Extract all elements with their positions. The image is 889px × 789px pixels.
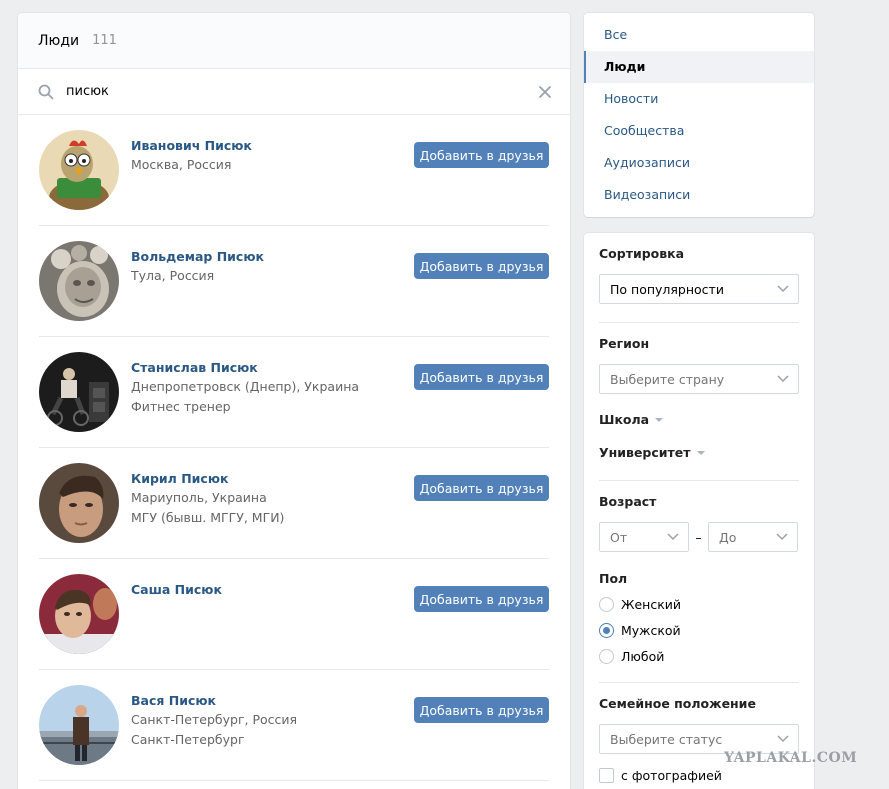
results-header: Люди 111 [18, 13, 570, 69]
gender-male-label: Мужской [621, 622, 681, 638]
with-photo-checkbox[interactable]: с фотографией [599, 768, 799, 783]
person-occupation: Фитнес тренер [131, 399, 231, 414]
region-label: Регион [599, 336, 650, 351]
person-location: Тула, Россия [131, 268, 215, 283]
menu-item-video[interactable]: Видеозаписи [584, 179, 814, 211]
person-info: Станислав Писюк Днепропетровск (Днепр), … [131, 360, 411, 417]
person-name[interactable]: Саша Писюк [131, 582, 411, 598]
add-friend-button[interactable]: Добавить в друзья [414, 142, 549, 168]
university-expander[interactable]: Университет [599, 445, 799, 460]
filters-panel: Сортировка По популярности Регион Выбери… [584, 233, 814, 789]
add-friend-button[interactable]: Добавить в друзья [414, 364, 549, 390]
avatar[interactable] [39, 241, 119, 321]
age-dash: – [695, 529, 702, 545]
results-count: 111 [92, 33, 117, 48]
chevron-down-icon [777, 375, 789, 383]
age-from-select[interactable]: От [599, 522, 689, 552]
country-placeholder: Выберите страну [610, 371, 725, 387]
search-icon [38, 84, 54, 100]
checkbox-box [599, 768, 614, 783]
sort-label: Сортировка [599, 246, 685, 261]
gender-any-radio[interactable]: Любой [599, 643, 799, 669]
search-bar [18, 69, 570, 115]
search-input[interactable] [66, 84, 506, 99]
person-name[interactable]: Иванович Писюк [131, 138, 411, 154]
avatar[interactable] [39, 574, 119, 654]
person-info: Кирил Писюк Мариуполь, Украина МГУ (бывш… [131, 471, 411, 528]
gender-female-label: Женский [621, 596, 681, 612]
menu-item-communities[interactable]: Сообщества [584, 115, 814, 147]
age-to-placeholder: До [719, 529, 737, 545]
person-name[interactable]: Вольдемар Писюк [131, 249, 411, 265]
sort-select[interactable]: По популярности [599, 274, 799, 304]
gender-label: Пол [599, 571, 628, 586]
marital-placeholder: Выберите статус [610, 731, 723, 747]
add-friend-button[interactable]: Добавить в друзья [414, 697, 549, 723]
chevron-down-icon [667, 533, 679, 541]
search-sections-menu: Все Люди Новости Сообщества Аудиозаписи … [584, 13, 814, 217]
radio-circle [599, 596, 614, 612]
page-title: Люди [38, 32, 80, 49]
avatar[interactable] [39, 463, 119, 543]
gender-female-radio[interactable]: Женский [599, 591, 799, 617]
sort-value: По популярности [610, 281, 724, 297]
menu-item-all[interactable]: Все [584, 19, 814, 51]
with-photo-label: с фотографией [621, 768, 722, 783]
add-friend-button[interactable]: Добавить в друзья [414, 253, 549, 279]
close-icon[interactable] [538, 85, 552, 99]
person-row: Вася Писюк Санкт-Петербург, Россия Санкт… [39, 670, 549, 781]
radio-circle [599, 648, 614, 664]
person-location: Москва, Россия [131, 157, 232, 172]
add-friend-button[interactable]: Добавить в друзья [414, 475, 549, 501]
person-info: Саша Писюк [131, 582, 411, 598]
person-row: Иванович Писюк Москва, Россия Добавить в… [39, 115, 549, 226]
gender-male-radio[interactable]: Мужской [599, 617, 799, 643]
caret-down-icon [696, 450, 705, 455]
gender-any-label: Любой [621, 648, 665, 664]
person-location: Мариуполь, Украина [131, 490, 267, 505]
person-location: Санкт-Петербург, Россия [131, 712, 298, 727]
person-row: Кирил Писюк Мариуполь, Украина МГУ (бывш… [39, 448, 549, 559]
divider [599, 682, 799, 683]
chevron-down-icon [777, 285, 789, 293]
menu-item-audio[interactable]: Аудиозаписи [584, 147, 814, 179]
country-select[interactable]: Выберите страну [599, 364, 799, 394]
watermark: YAPLAKAL.COM [724, 750, 858, 766]
school-expander[interactable]: Школа [599, 412, 799, 427]
person-row: Вольдемар Писюк Тула, Россия Добавить в … [39, 226, 549, 337]
divider [599, 480, 799, 481]
marital-label: Семейное положение [599, 696, 756, 711]
person-education: МГУ (бывш. МГГУ, МГИ) [131, 510, 285, 525]
person-location: Днепропетровск (Днепр), Украина [131, 379, 360, 394]
people-list: Иванович Писюк Москва, Россия Добавить в… [18, 115, 570, 781]
university-label: Университет [599, 445, 691, 460]
age-label: Возраст [599, 494, 657, 509]
chevron-down-icon [777, 735, 789, 743]
search-results-panel: Люди 111 писюк Иванович Писюк Москва, Ро… [18, 13, 570, 789]
age-to-select[interactable]: До [708, 522, 798, 552]
age-range: От – До [599, 522, 799, 552]
add-friend-button[interactable]: Добавить в друзья [414, 586, 549, 612]
person-row: Станислав Писюк Днепропетровск (Днепр), … [39, 337, 549, 448]
person-row: Саша Писюк Добавить в друзья [39, 559, 549, 670]
avatar[interactable] [39, 685, 119, 765]
radio-circle [599, 622, 614, 638]
person-name[interactable]: Вася Писюк [131, 693, 411, 709]
person-info: Иванович Писюк Москва, Россия [131, 138, 411, 173]
person-info: Вася Писюк Санкт-Петербург, Россия Санкт… [131, 693, 411, 750]
age-from-placeholder: От [610, 529, 628, 545]
person-name[interactable]: Кирил Писюк [131, 471, 411, 487]
school-label: Школа [599, 412, 650, 427]
person-name[interactable]: Станислав Писюк [131, 360, 411, 376]
avatar[interactable] [39, 352, 119, 432]
chevron-down-icon [776, 533, 788, 541]
avatar[interactable] [39, 130, 119, 210]
person-info: Вольдемар Писюк Тула, Россия [131, 249, 411, 284]
menu-item-people[interactable]: Люди [584, 51, 814, 83]
divider [599, 322, 799, 323]
caret-down-icon [655, 417, 664, 422]
menu-item-news[interactable]: Новости [584, 83, 814, 115]
person-city: Санкт-Петербург [131, 732, 245, 747]
